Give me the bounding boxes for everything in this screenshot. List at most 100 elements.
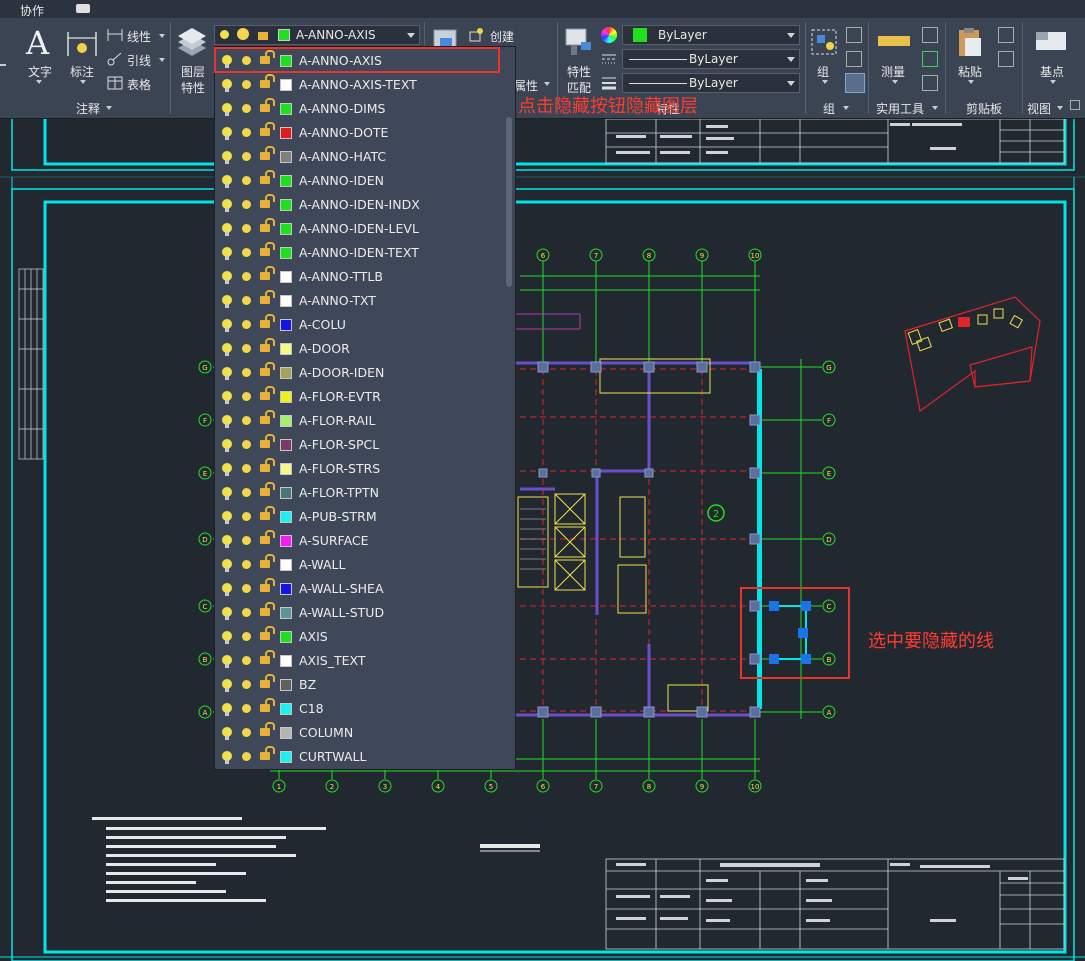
current-layer-combo[interactable]: A-ANNO-AXIS [214,25,420,45]
layer-props-label[interactable]: 图层 [181,63,205,80]
sun-icon[interactable] [239,677,254,692]
base-view-icon[interactable] [1034,28,1068,54]
bulb-icon[interactable] [222,343,232,356]
unlock-icon[interactable] [260,194,275,208]
unlock-icon[interactable] [260,554,275,568]
layer-row[interactable]: A-FLOR-STRS [215,457,505,481]
layer-row[interactable]: C18 [215,697,505,721]
sun-icon[interactable] [239,269,254,284]
bulb-icon[interactable] [222,487,232,500]
unlock-icon[interactable] [260,626,275,640]
layer-row[interactable]: A-FLOR-RAIL [215,409,505,433]
sun-icon[interactable] [239,221,254,236]
sun-icon[interactable] [239,749,254,764]
chevron-down-icon[interactable] [80,80,86,84]
chevron-down-icon[interactable] [544,82,550,86]
sun-icon[interactable] [239,485,254,500]
layer-row[interactable]: A-WALL-SHEA [215,577,505,601]
layer-row[interactable]: A-ANNO-DIMS [215,97,505,121]
match-label[interactable]: 特性 [567,63,591,80]
linear-dim-icon[interactable] [106,27,124,43]
bulb-icon[interactable] [222,463,232,476]
unlock-icon[interactable] [260,722,275,736]
unlock-icon[interactable] [260,122,275,136]
chevron-down-icon[interactable] [843,106,849,110]
bulb-icon[interactable] [222,511,232,524]
sun-icon[interactable] [239,413,254,428]
unlock-icon[interactable] [260,170,275,184]
view-panel-title[interactable]: 视图 [1027,100,1051,117]
layer-row[interactable]: A-ANNO-IDEN [215,169,505,193]
text-button-label[interactable]: 文字 [28,63,52,80]
unlock-icon[interactable] [260,314,275,328]
measure-icon[interactable] [878,36,910,46]
toggle-icon[interactable] [76,4,90,13]
lineweight-combo[interactable]: ByLayer [622,73,800,93]
sun-icon[interactable] [239,605,254,620]
group-select-icon[interactable] [845,73,865,93]
sun-icon[interactable] [239,725,254,740]
sun-icon[interactable] [239,101,254,116]
layer-row[interactable]: A-ANNO-AXIS-TEXT [215,73,505,97]
bulb-icon[interactable] [222,391,232,404]
unlock-icon[interactable] [260,338,275,352]
layer-row[interactable]: A-FLOR-EVTR [215,385,505,409]
create-block-icon[interactable] [468,27,484,43]
table-label[interactable]: 表格 [127,76,151,93]
sun-icon[interactable] [239,461,254,476]
sun-icon[interactable] [239,389,254,404]
bulb-icon[interactable] [222,175,232,188]
sun-icon[interactable] [239,317,254,332]
layer-row[interactable]: A-DOOR [215,337,505,361]
layer-row[interactable]: BZ [215,673,505,697]
unlock-icon[interactable] [260,458,275,472]
sun-icon[interactable] [239,365,254,380]
dropdown-scrollbar[interactable] [506,117,512,287]
groups-panel-title[interactable]: 组 [823,100,835,117]
unlock-icon[interactable] [260,530,275,544]
layer-row[interactable]: A-PUB-STRM [215,505,505,529]
layer-row[interactable]: A-SURFACE [215,529,505,553]
base-label[interactable]: 基点 [1040,63,1064,80]
unlock-icon[interactable] [260,386,275,400]
bulb-icon[interactable] [222,103,232,116]
bulb-icon[interactable] [222,679,232,692]
color-wheel-icon[interactable] [601,27,617,43]
layer-row[interactable]: A-DOOR-IDEN [215,361,505,385]
chevron-down-icon[interactable] [106,106,112,110]
clipboard-panel-title[interactable]: 剪贴板 [966,100,1002,117]
sun-icon[interactable] [239,173,254,188]
bulb-icon[interactable] [222,247,232,260]
annotate-panel-title[interactable]: 注释 [76,100,100,117]
sun-icon[interactable] [239,197,254,212]
bulb-icon[interactable] [222,631,232,644]
chevron-down-icon[interactable] [36,80,42,84]
create-label[interactable]: 创建 [490,28,514,45]
quick-select-icon[interactable] [922,27,938,43]
bulb-icon[interactable] [222,583,232,596]
group-edit-icon[interactable] [846,51,862,67]
unlock-icon[interactable] [260,290,275,304]
layer-properties-icon[interactable] [176,26,210,58]
sun-icon[interactable] [239,149,254,164]
unlock-icon[interactable] [260,698,275,712]
sun-icon[interactable] [239,245,254,260]
sun-icon[interactable] [239,125,254,140]
drawing-canvas[interactable]: 6 7 8 9 10 G F E D C B A G F E D C B A 1… [0,119,1085,961]
unlock-icon[interactable] [260,266,275,280]
sun-icon[interactable] [239,437,254,452]
layer-row[interactable]: A-ANNO-TTLB [215,265,505,289]
unlock-icon[interactable] [260,602,275,616]
bulb-icon[interactable] [222,439,232,452]
color-combo[interactable]: ByLayer [622,25,800,45]
bulb-icon[interactable] [222,751,232,764]
table-icon[interactable] [106,75,124,91]
layer-row[interactable]: A-FLOR-TPTN [215,481,505,505]
layer-row[interactable]: A-ANNO-IDEN-LEVL [215,217,505,241]
bulb-icon[interactable] [222,295,232,308]
bulb-icon[interactable] [222,271,232,284]
utilities-panel-title[interactable]: 实用工具 [876,100,924,117]
ungroup-icon[interactable] [846,27,862,43]
layer-row[interactable]: AXIS [215,625,505,649]
layer-row[interactable]: COLUMN [215,721,505,745]
